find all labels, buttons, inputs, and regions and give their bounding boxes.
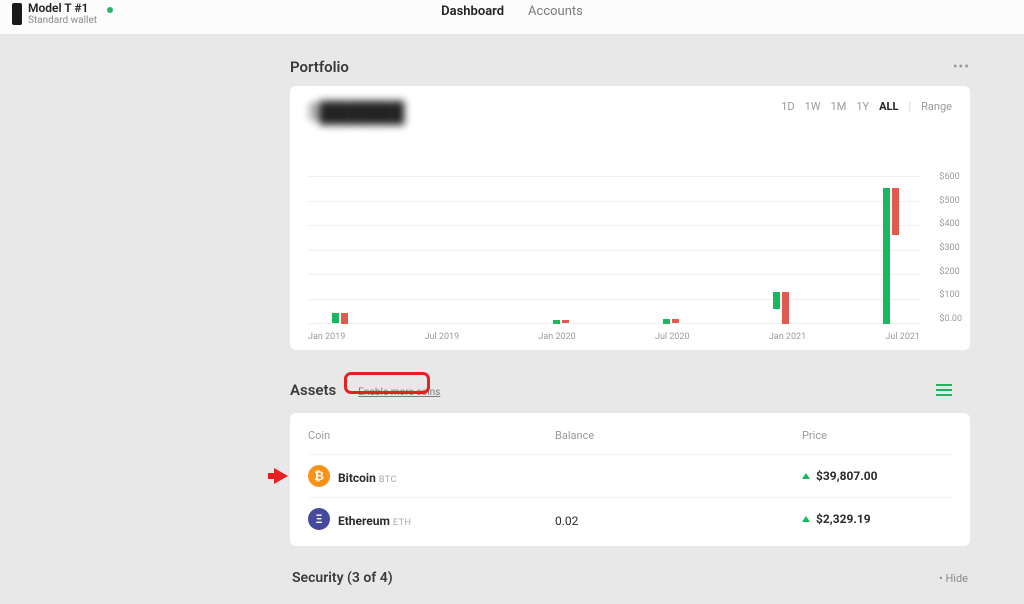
price-cell: $39,807.00 bbox=[802, 469, 952, 483]
app-header: Model T #1 Standard wallet Dashboard Acc… bbox=[0, 0, 1024, 34]
balance-value: 0.02 bbox=[555, 514, 578, 528]
asset-row[interactable]: ₿ BitcoinBTC $39,807.00 bbox=[308, 454, 952, 497]
bar-red bbox=[892, 188, 899, 235]
redacted-region bbox=[557, 468, 687, 482]
security-title: Security (3 of 4) bbox=[292, 570, 393, 586]
asset-row[interactable]: Ξ EthereumETH 0.02 $2,329.19 bbox=[308, 497, 952, 540]
chart-area bbox=[308, 176, 920, 324]
assets-table-header: Coin Balance Price bbox=[308, 423, 952, 454]
x-tick: Jan 2019 bbox=[308, 332, 345, 342]
portfolio-title: Portfolio bbox=[290, 58, 349, 76]
assets-header: Assets Enable more coins bbox=[290, 376, 970, 403]
y-tick: $500 bbox=[939, 196, 962, 206]
price-value: $39,807.00 bbox=[816, 469, 878, 483]
view-toggle bbox=[936, 383, 970, 397]
x-tick: Jul 2019 bbox=[425, 332, 460, 342]
coin-cell: ₿ BitcoinBTC bbox=[308, 465, 555, 487]
range-custom[interactable]: Range bbox=[921, 100, 952, 113]
y-tick: $0.00 bbox=[939, 314, 962, 324]
range-1w[interactable]: 1W bbox=[805, 100, 821, 113]
bar-group bbox=[553, 320, 569, 324]
nav-accounts[interactable]: Accounts bbox=[528, 4, 583, 19]
price-value: $2,329.19 bbox=[816, 512, 871, 526]
triangle-up-icon bbox=[802, 473, 810, 479]
coin-name: Ethereum bbox=[338, 514, 390, 528]
coin-name-wrap: BitcoinBTC bbox=[338, 467, 397, 486]
range-1m[interactable]: 1M bbox=[831, 100, 847, 113]
x-tick: Jan 2021 bbox=[769, 332, 806, 342]
x-axis: Jan 2019 Jul 2019 Jan 2020 Jul 2020 Jan 2021… bbox=[308, 332, 920, 342]
coin-name-wrap: EthereumETH bbox=[338, 510, 411, 529]
security-section-header: Security (3 of 4) • Hide bbox=[290, 568, 970, 586]
bar-group bbox=[773, 292, 789, 324]
y-tick: $100 bbox=[939, 290, 962, 300]
enable-more-coins-wrap: Enable more coins bbox=[348, 376, 450, 403]
bar-green bbox=[663, 319, 670, 324]
coin-ticker: BTC bbox=[379, 475, 397, 485]
coin-icon: ₿ bbox=[308, 465, 330, 487]
bar-red bbox=[782, 292, 789, 324]
range-1y[interactable]: 1Y bbox=[856, 100, 869, 113]
balance-cell bbox=[555, 468, 802, 485]
balance-cell: 0.02 bbox=[555, 511, 802, 528]
coin-ticker: ETH bbox=[393, 518, 412, 528]
bar-red bbox=[562, 320, 569, 324]
col-balance: Balance bbox=[555, 429, 802, 442]
x-tick: Jul 2021 bbox=[885, 332, 920, 342]
x-tick: Jan 2020 bbox=[538, 332, 575, 342]
bar-red bbox=[341, 313, 348, 324]
range-divider: | bbox=[908, 100, 911, 113]
col-coin: Coin bbox=[308, 429, 555, 442]
device-icon bbox=[12, 3, 22, 25]
coin-name: Bitcoin bbox=[338, 471, 376, 485]
more-icon[interactable]: ••• bbox=[953, 59, 970, 75]
status-dot-icon bbox=[107, 7, 113, 13]
top-nav: Dashboard Accounts bbox=[441, 4, 583, 19]
assets-title: Assets bbox=[290, 381, 336, 399]
annotation-arrow-icon bbox=[274, 468, 288, 484]
redacted-region bbox=[580, 511, 710, 525]
bar-green bbox=[553, 320, 560, 324]
triangle-up-icon bbox=[802, 516, 810, 522]
bar-group bbox=[332, 313, 348, 324]
time-range-control: 1D 1W 1M 1Y ALL | Range bbox=[781, 100, 952, 113]
y-tick: $400 bbox=[939, 219, 962, 229]
portfolio-header: Portfolio ••• bbox=[290, 58, 970, 76]
portfolio-balance: $██████ bbox=[308, 100, 404, 125]
coin-icon: Ξ bbox=[308, 508, 330, 530]
bar-green bbox=[883, 188, 890, 324]
coin-cell: Ξ EthereumETH bbox=[308, 508, 555, 530]
device-subtitle: Standard wallet bbox=[28, 15, 97, 26]
assets-table: Coin Balance Price ₿ BitcoinBTC $39,807.00… bbox=[290, 413, 970, 546]
nav-dashboard[interactable]: Dashboard bbox=[441, 4, 504, 19]
y-tick: $600 bbox=[939, 172, 962, 182]
range-all[interactable]: ALL bbox=[879, 100, 898, 113]
bar-group bbox=[663, 319, 679, 324]
col-price: Price bbox=[802, 429, 952, 442]
grid-view-icon[interactable] bbox=[956, 383, 970, 397]
bar-green bbox=[332, 313, 339, 323]
bar-green bbox=[773, 292, 780, 309]
price-cell: $2,329.19 bbox=[802, 512, 952, 526]
enable-more-coins-link[interactable]: Enable more coins bbox=[358, 387, 440, 398]
range-1d[interactable]: 1D bbox=[781, 100, 794, 113]
device-info[interactable]: Model T #1 Standard wallet bbox=[12, 2, 113, 26]
device-name: Model T #1 bbox=[28, 2, 97, 15]
x-tick: Jul 2020 bbox=[655, 332, 690, 342]
security-hide-link[interactable]: • Hide bbox=[939, 572, 968, 585]
y-tick: $200 bbox=[939, 267, 962, 277]
y-tick: $300 bbox=[939, 243, 962, 253]
bar-group bbox=[883, 188, 899, 324]
y-axis: $600 $500 $400 $300 $200 $100 $0.00 bbox=[939, 172, 962, 324]
portfolio-chart-card: $██████ 1D 1W 1M 1Y ALL | Range $600 $500… bbox=[290, 86, 970, 350]
bar-red bbox=[672, 319, 679, 323]
list-view-icon[interactable] bbox=[936, 384, 952, 396]
